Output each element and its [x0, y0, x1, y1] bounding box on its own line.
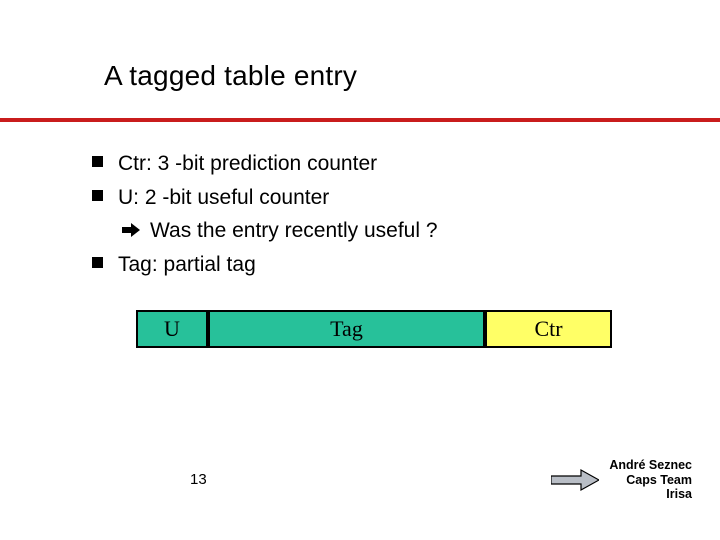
- field-u: U: [136, 310, 208, 348]
- footer-team: Caps Team: [609, 473, 692, 488]
- footer-author: André Seznec: [609, 458, 692, 473]
- footer: André Seznec Caps Team Irisa: [551, 458, 692, 502]
- footer-org: Irisa: [609, 487, 692, 502]
- bullet-tag: Tag: partial tag: [92, 249, 680, 281]
- title-underline: [0, 118, 720, 122]
- slide: A tagged table entry Ctr: 3 -bit predict…: [0, 0, 720, 540]
- field-ctr: Ctr: [485, 310, 612, 348]
- bullet-list: Ctr: 3 -bit prediction counter U: 2 -bit…: [92, 148, 680, 282]
- bullet-u-sub: Was the entry recently useful ?: [92, 215, 680, 247]
- bullet-ctr: Ctr: 3 -bit prediction counter: [92, 148, 680, 180]
- slide-title: A tagged table entry: [104, 60, 357, 92]
- page-number: 13: [190, 471, 207, 488]
- arrow-right-icon: [122, 221, 140, 239]
- bullet-u-sub-text: Was the entry recently useful ?: [150, 219, 438, 242]
- entry-diagram: U Tag Ctr: [136, 310, 616, 354]
- bullet-u: U: 2 -bit useful counter: [92, 182, 680, 214]
- field-tag: Tag: [208, 310, 485, 348]
- footer-text: André Seznec Caps Team Irisa: [609, 458, 692, 502]
- footer-arrow-icon: [551, 468, 599, 492]
